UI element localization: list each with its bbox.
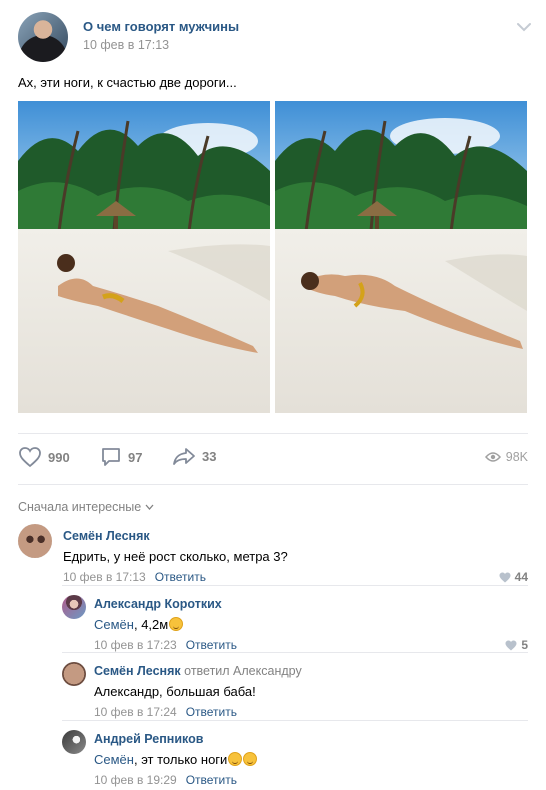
- shares-count: 33: [202, 448, 217, 464]
- comment-button[interactable]: 97: [100, 446, 142, 468]
- comment-date[interactable]: 10 фев в 17:13: [63, 570, 146, 584]
- comment-date[interactable]: 10 фев в 17:24: [94, 705, 177, 719]
- comment-date[interactable]: 10 фев в 17:23: [94, 638, 177, 652]
- like-button[interactable]: 990: [18, 446, 70, 468]
- mention-link[interactable]: Семён: [94, 617, 134, 632]
- comment-meta: 10 фев в 17:24 Ответить: [94, 705, 237, 719]
- comment-reply: Андрей Репников Семён, эт только ноги 10…: [62, 727, 528, 787]
- comment-meta: 10 фев в 17:13 Ответить: [63, 570, 206, 584]
- comment-likes-count: 44: [514, 570, 528, 584]
- comment: Семён Лесняк Едрить, у неё рост сколько,…: [18, 524, 528, 584]
- emoji-icon: [169, 617, 184, 631]
- comment-date[interactable]: 10 фев в 19:29: [94, 773, 177, 787]
- comments-sort-label: Сначала интересные: [18, 500, 142, 514]
- avatar[interactable]: [62, 730, 86, 754]
- divider: [62, 720, 528, 721]
- likes-count: 990: [48, 449, 70, 465]
- emoji-icon: [243, 752, 258, 766]
- post-header: О чем говорят мужчины 10 фев в 17:13: [18, 12, 533, 64]
- comment-like-button[interactable]: 5: [505, 638, 528, 652]
- comment-author[interactable]: Александр Коротких: [94, 597, 222, 611]
- comments-sort-dropdown[interactable]: Сначала интересные: [18, 500, 154, 514]
- avatar[interactable]: [18, 524, 52, 558]
- divider: [62, 585, 528, 586]
- comment-meta: 10 фев в 19:29 Ответить: [94, 773, 237, 787]
- heart-icon: [19, 447, 41, 468]
- reply-button[interactable]: Ответить: [186, 638, 237, 652]
- reply-button[interactable]: Ответить: [186, 705, 237, 719]
- comments-count: 97: [128, 449, 143, 465]
- post-date[interactable]: 10 фев в 17:13: [83, 38, 169, 52]
- chevron-down-icon[interactable]: [517, 22, 531, 32]
- comment-author[interactable]: Андрей Репников: [94, 732, 203, 746]
- chevron-down-icon: [145, 504, 154, 510]
- community-avatar[interactable]: [18, 12, 68, 62]
- avatar[interactable]: [62, 662, 86, 686]
- views-counter: 98K: [484, 450, 528, 464]
- emoji-icon: [228, 752, 243, 766]
- post-text: Ах, эти ноги, к счастью две дороги...: [18, 75, 237, 90]
- comment-author[interactable]: Семён Лесняк: [63, 529, 150, 543]
- comment-reply: Александр Коротких Семён, 4,2м 10 фев в …: [62, 592, 528, 652]
- comment-reply: Семён Лесняк ответил Александру Александ…: [62, 659, 528, 719]
- comment-text: Александр, большая баба!: [94, 684, 256, 699]
- comment-author: Семён Лесняк ответил Александру: [94, 664, 302, 678]
- post-actions: 990 97 33 98K: [18, 446, 528, 474]
- comment-text-body: , 4,2м: [133, 617, 169, 632]
- eye-icon: [484, 452, 501, 462]
- heart-icon: [499, 572, 511, 582]
- reply-to-label[interactable]: ответил Александру: [184, 664, 302, 678]
- comment-author-name[interactable]: Семён Лесняк: [94, 664, 181, 678]
- views-count: 98K: [505, 450, 528, 464]
- comment-mention: Александр: [94, 684, 160, 699]
- heart-icon: [505, 640, 517, 650]
- comment-text: Семён, эт только ноги: [94, 752, 258, 767]
- comment-like-button[interactable]: 44: [499, 570, 528, 584]
- post-photo-1[interactable]: [18, 101, 270, 413]
- post-photos: [18, 101, 527, 413]
- divider: [62, 652, 528, 653]
- comment-text: Семён, 4,2м: [94, 617, 184, 632]
- comment-text-body: , большая баба!: [159, 684, 256, 699]
- post-photo-2[interactable]: [275, 101, 527, 413]
- speech-bubble-icon: [102, 448, 120, 466]
- share-button[interactable]: 33: [172, 446, 216, 466]
- mention-link[interactable]: Семён: [94, 752, 134, 767]
- avatar[interactable]: [62, 595, 86, 619]
- reply-button[interactable]: Ответить: [155, 570, 206, 584]
- comment-text-body: , эт только ноги: [133, 752, 228, 767]
- comment-meta: 10 фев в 17:23 Ответить: [94, 638, 237, 652]
- reply-button[interactable]: Ответить: [186, 773, 237, 787]
- divider: [18, 484, 528, 485]
- divider: [18, 433, 528, 434]
- comment-text: Едрить, у неё рост сколько, метра 3?: [63, 549, 288, 564]
- share-arrow-icon: [173, 448, 195, 465]
- comment-likes-count: 5: [521, 638, 528, 652]
- community-name[interactable]: О чем говорят мужчины: [83, 19, 239, 34]
